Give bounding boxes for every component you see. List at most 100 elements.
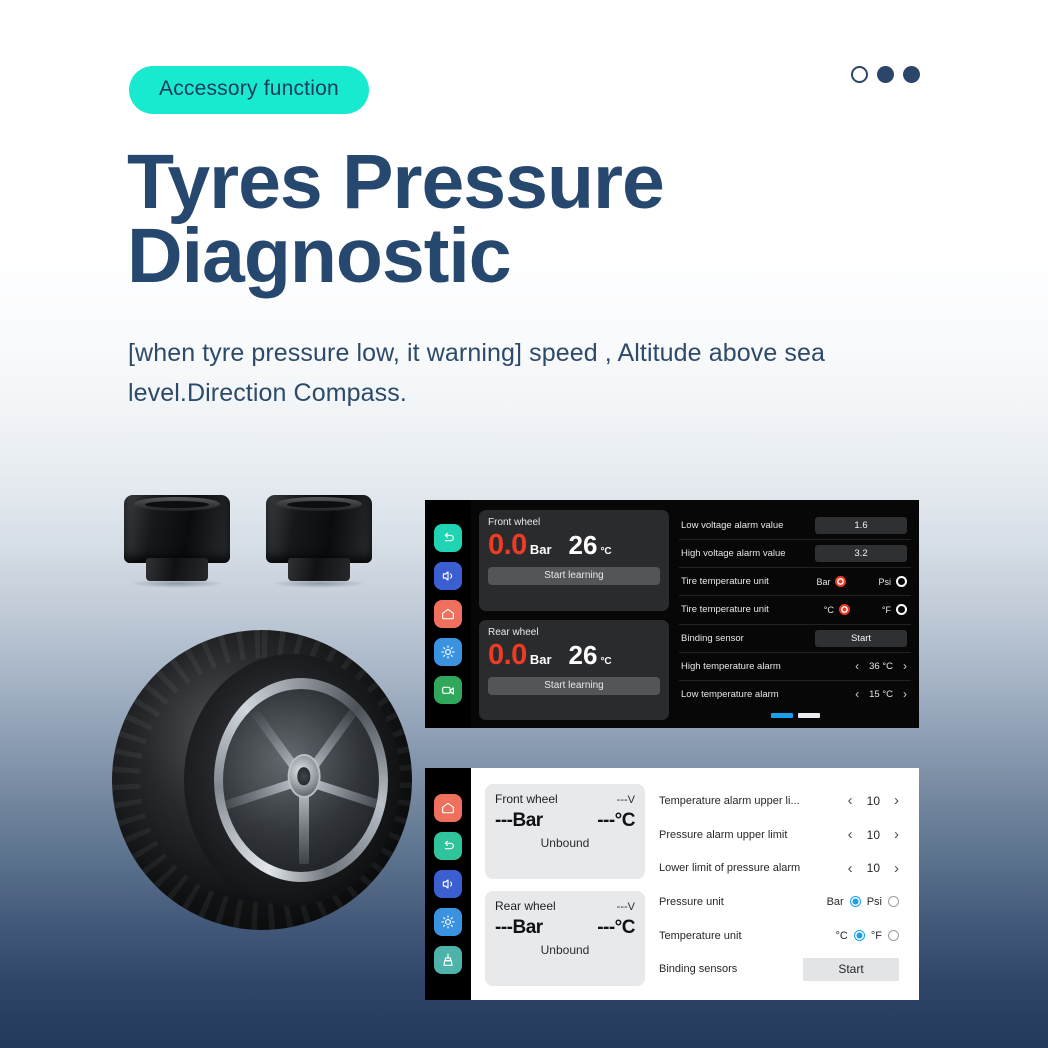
dark-device-sidebar[interactable] bbox=[425, 500, 471, 728]
front-wheel-status: Unbound bbox=[540, 836, 590, 850]
dark-settings-list: Low voltage alarm value 1.6 High voltage… bbox=[679, 510, 911, 720]
rear-wheel-status: Unbound bbox=[540, 943, 590, 957]
brightness-icon[interactable] bbox=[434, 638, 462, 666]
radio-celsius[interactable] bbox=[853, 930, 865, 942]
radio-label-fahrenheit: °F bbox=[870, 929, 882, 942]
radio-label-fahrenheit: °F bbox=[881, 604, 891, 615]
back-icon[interactable] bbox=[434, 832, 462, 860]
page-subtitle: [when tyre pressure low, it warning] spe… bbox=[128, 339, 825, 407]
pagination-bar-1[interactable] bbox=[770, 712, 793, 718]
home-icon[interactable] bbox=[434, 794, 462, 822]
chevron-left-icon[interactable]: ‹ bbox=[848, 860, 853, 877]
carousel-dots[interactable] bbox=[851, 66, 920, 83]
home-icon[interactable] bbox=[434, 600, 462, 628]
setting-label: Tire temperature unit bbox=[681, 604, 769, 616]
light-wheel-cards: Front wheel ---V ---Bar ---°C Unbound Re… bbox=[485, 784, 645, 986]
accessory-function-badge: Accessory function bbox=[129, 66, 369, 114]
front-wheel-card-light: Front wheel ---V ---Bar ---°C Unbound bbox=[485, 784, 645, 879]
light-settings-list: Temperature alarm upper li... ‹ 10 › Pre… bbox=[657, 784, 905, 986]
rear-wheel-label: Rear wheel bbox=[495, 899, 556, 913]
radio-bar[interactable] bbox=[849, 896, 861, 908]
setting-label: Binding sensors bbox=[659, 963, 738, 976]
carousel-dot-1[interactable] bbox=[851, 66, 868, 83]
front-wheel-pressure-unit: Bar bbox=[529, 542, 552, 557]
radio-label-celsius: °C bbox=[835, 929, 848, 942]
chevron-right-icon[interactable]: › bbox=[894, 860, 899, 877]
setting-row-high-voltage[interactable]: High voltage alarm value 3.2 bbox=[679, 540, 911, 569]
low-voltage-value[interactable]: 1.6 bbox=[815, 517, 907, 535]
front-wheel-label: Front wheel bbox=[488, 517, 541, 528]
setting-row-binding-sensor[interactable]: Binding sensor Start bbox=[679, 625, 911, 653]
setting-row-high-temp-alarm[interactable]: High temperature alarm ‹ 36 °C › bbox=[679, 653, 911, 681]
radio-label-bar: Bar bbox=[816, 576, 831, 587]
radio-fahrenheit[interactable] bbox=[896, 604, 907, 616]
rear-wheel-pressure-value: 0.0 bbox=[488, 638, 527, 671]
camera-icon[interactable] bbox=[434, 676, 462, 704]
device-screenshot-dark: Front wheel 0.0 Bar 26 °C Start learning… bbox=[425, 500, 919, 728]
setting-row-binding-sensors[interactable]: Binding sensors Start bbox=[657, 952, 905, 986]
speaker-icon[interactable] bbox=[434, 562, 462, 590]
binding-sensors-start-button[interactable]: Start bbox=[803, 957, 899, 981]
sensor-cap-left bbox=[120, 495, 235, 588]
setting-label: High temperature alarm bbox=[681, 660, 781, 672]
radio-psi[interactable] bbox=[888, 896, 899, 908]
chevron-right-icon[interactable]: › bbox=[903, 659, 907, 673]
radio-psi[interactable] bbox=[896, 576, 907, 588]
setting-row-pressure-unit[interactable]: Tire temperature unit Bar Psi bbox=[679, 568, 911, 597]
setting-label: Pressure alarm upper limit bbox=[659, 828, 788, 841]
carousel-dot-3[interactable] bbox=[903, 66, 920, 83]
speaker-icon[interactable] bbox=[434, 870, 462, 898]
setting-label: Tire temperature unit bbox=[681, 576, 769, 588]
page-title: Tyres Pressure Diagnostic bbox=[127, 139, 665, 299]
chevron-right-icon[interactable]: › bbox=[894, 792, 899, 809]
setting-row-low-temp-alarm[interactable]: Low temperature alarm ‹ 15 °C › bbox=[679, 681, 911, 708]
rear-wheel-label: Rear wheel bbox=[488, 626, 539, 638]
rear-wheel-voltage: ---V bbox=[616, 901, 635, 913]
rear-wheel-temperature-unit: °C bbox=[600, 655, 612, 667]
light-device-sidebar[interactable] bbox=[425, 768, 471, 1000]
setting-row-temperature-unit[interactable]: Tire temperature unit °C °F bbox=[679, 596, 911, 625]
sensor-caps-image bbox=[120, 495, 410, 605]
chevron-right-icon[interactable]: › bbox=[903, 687, 907, 701]
rear-wheel-card-light: Rear wheel ---V ---Bar ---°C Unbound bbox=[485, 891, 645, 986]
radio-fahrenheit[interactable] bbox=[888, 930, 899, 942]
radio-label-celsius: °C bbox=[823, 604, 834, 615]
setting-row-temp-alarm-upper[interactable]: Temperature alarm upper li... ‹ 10 › bbox=[657, 784, 905, 818]
setting-row-temperature-unit[interactable]: Temperature unit °C °F bbox=[657, 919, 905, 953]
sensor-cap-rim bbox=[134, 497, 220, 511]
front-wheel-temperature-value: 26 bbox=[568, 530, 598, 560]
setting-row-pressure-unit[interactable]: Pressure unit Bar Psi bbox=[657, 885, 905, 919]
binding-sensor-start-button[interactable]: Start bbox=[815, 629, 907, 647]
high-temp-alarm-value: 36 °C bbox=[869, 660, 893, 672]
front-wheel-start-learning-button[interactable]: Start learning bbox=[488, 567, 660, 585]
carousel-dot-2[interactable] bbox=[877, 66, 894, 83]
radio-celsius[interactable] bbox=[838, 604, 850, 616]
broom-icon[interactable] bbox=[434, 946, 462, 974]
sensor-cap-shadow bbox=[130, 579, 224, 588]
setting-row-pressure-alarm-upper[interactable]: Pressure alarm upper limit ‹ 10 › bbox=[657, 818, 905, 852]
rear-wheel-start-learning-button[interactable]: Start learning bbox=[488, 676, 660, 695]
radio-bar[interactable] bbox=[835, 576, 847, 588]
setting-label: Low temperature alarm bbox=[681, 688, 779, 700]
rear-wheel-pressure-unit: Bar bbox=[529, 651, 552, 667]
pressure-alarm-lower-value: 10 bbox=[866, 861, 880, 876]
back-icon[interactable] bbox=[434, 524, 462, 552]
chevron-left-icon[interactable]: ‹ bbox=[848, 792, 853, 809]
pagination-bar-2[interactable] bbox=[797, 712, 820, 718]
front-wheel-temperature: ---°C bbox=[597, 810, 635, 831]
setting-label: Low voltage alarm value bbox=[681, 520, 784, 532]
brightness-icon[interactable] bbox=[434, 908, 462, 936]
setting-row-low-voltage[interactable]: Low voltage alarm value 1.6 bbox=[679, 512, 911, 541]
chevron-left-icon[interactable]: ‹ bbox=[855, 687, 859, 701]
sensor-cap-rim bbox=[276, 497, 362, 511]
setting-row-pressure-alarm-lower[interactable]: Lower limit of pressure alarm ‹ 10 › bbox=[657, 851, 905, 885]
rear-wheel-card-dark: Rear wheel 0.0 Bar 26 °C Start learning bbox=[479, 619, 669, 720]
sensor-cap-base bbox=[288, 558, 350, 581]
chevron-left-icon[interactable]: ‹ bbox=[855, 659, 859, 673]
chevron-right-icon[interactable]: › bbox=[894, 826, 899, 843]
setting-label: Lower limit of pressure alarm bbox=[659, 862, 801, 875]
high-voltage-value[interactable]: 3.2 bbox=[815, 545, 907, 563]
front-wheel-temperature-unit: °C bbox=[600, 546, 612, 557]
dark-pagination[interactable] bbox=[679, 708, 911, 720]
chevron-left-icon[interactable]: ‹ bbox=[848, 826, 853, 843]
